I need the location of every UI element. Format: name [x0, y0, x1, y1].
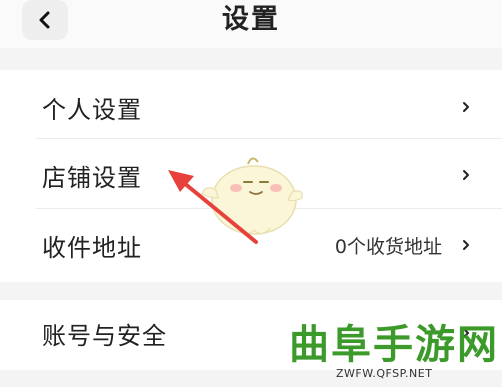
settings-item-label: 收件地址 [42, 233, 142, 262]
chevron-right-icon [463, 170, 469, 180]
settings-item-label: 个人设置 [42, 95, 142, 124]
settings-item-label: 账号与安全 [42, 321, 167, 350]
settings-item-label: 店铺设置 [42, 163, 142, 192]
chevron-right-icon [463, 240, 469, 250]
divider [36, 138, 502, 139]
settings-page: 设置 个人设置 店铺设置 收件地址 0个收货地址 账号与安全 曲阜手游网 ZWF… [0, 0, 502, 387]
page-title: 设置 [222, 4, 280, 35]
nav-header: 设置 [0, 0, 502, 48]
watermark-brand: 曲阜手游网 [289, 321, 499, 368]
annotation-arrow-icon [168, 170, 258, 244]
settings-item-personal[interactable]: 个人设置 [0, 74, 502, 140]
watermark-url: ZWFW.QFSP.NET [336, 367, 433, 380]
watermark: 曲阜手游网 ZWFW.QFSP.NET [288, 322, 500, 384]
address-count: 0个收货地址 [334, 235, 442, 258]
chevron-right-icon [463, 102, 469, 112]
